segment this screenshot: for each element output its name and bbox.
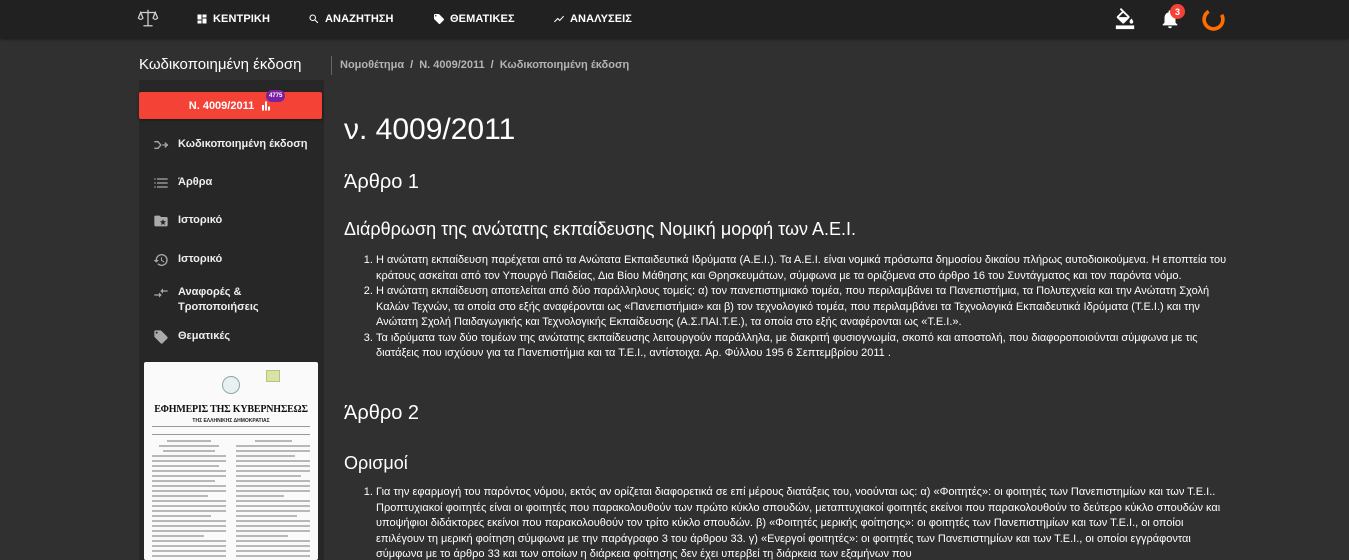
gazette-rule xyxy=(152,434,310,435)
breadcrumb-separator: / xyxy=(490,59,494,71)
law-count-badge: 4775 xyxy=(266,90,286,102)
nav-analyses-label: ΑΝΑΛΥΣΕΙΣ xyxy=(570,13,633,25)
gazette-title: ΕΦΗΜΕΡΙΣ ΤΗΣ ΚΥΒΕΡΝΗΣΕΩΣ xyxy=(154,404,308,415)
breadcrumb-item-law[interactable]: Ν. 4009/2011 xyxy=(419,59,484,71)
merge-arrow-icon xyxy=(154,141,169,149)
sidebar-item-label: Θεματικές xyxy=(178,330,231,342)
sidebar-item-history[interactable]: Ιστορικό xyxy=(153,252,222,268)
paragraph: Για την εφαρμογή του παρόντος νόμου, εκτ… xyxy=(376,485,1228,560)
breadcrumb-separator: / xyxy=(410,59,414,71)
sidebar-item-label: Αναφορές & Τροποποιήσεις xyxy=(178,286,259,313)
article-subheading: Ορισμοί xyxy=(344,453,408,473)
gazette-thumbnail[interactable]: ΕΦΗΜΕΡΙΣ ΤΗΣ ΚΥΒΕΡΝΗΣΕΩΣ ΤΗΣ ΕΛΛΗΝΙΚΗΣ Δ… xyxy=(144,362,318,560)
nav-search[interactable]: ΑΝΑΖΗΤΗΣΗ xyxy=(308,0,394,38)
dashboard-icon xyxy=(197,14,207,24)
breadcrumb: Νομοθέτημα / Ν. 4009/2011 / Κωδικοποιημέ… xyxy=(340,59,629,71)
stamp-icon xyxy=(266,370,280,382)
trending-icon xyxy=(554,15,564,23)
page-title: Κωδικοποιημένη έκδοση xyxy=(139,56,302,73)
sidebar-item-label: Ιστορικό xyxy=(178,214,223,226)
sidebar-item-label: Άρθρα xyxy=(178,176,213,188)
nav-analyses[interactable]: ΑΝΑΛΥΣΕΙΣ xyxy=(553,0,632,38)
user-avatar-icon[interactable] xyxy=(1201,7,1226,32)
paragraph: Τα ιδρύματα των δύο τομέων της ανώτατης … xyxy=(376,331,1228,362)
sidebar-item-references[interactable]: Αναφορές & Τροποποιήσεις xyxy=(153,285,288,315)
sidebar-item-label: Ιστορικό xyxy=(178,253,223,265)
sidebar-item-articles[interactable]: Άρθρα xyxy=(153,175,212,191)
sidebar-item-label: Κωδικοποιημένη έκδοση xyxy=(178,138,308,150)
folder-star-icon xyxy=(154,215,168,227)
greek-emblem-icon xyxy=(222,376,240,394)
gazette-rule xyxy=(152,426,310,427)
article-heading: Άρθρο 2 xyxy=(344,402,420,424)
scales-of-justice-icon[interactable] xyxy=(137,7,159,29)
law-title: ν. 4009/2011 xyxy=(344,113,516,146)
nav-search-label: ΑΝΑΖΗΤΗΣΗ xyxy=(325,13,394,25)
article-subheading: Διάρθρωση της ανώτατης εκπαίδευσης Νομικ… xyxy=(344,219,857,239)
law-button[interactable]: Ν. 4009/2011 xyxy=(139,92,322,119)
article-paragraphs: Για την εφαρμογή του παρόντος νόμου, εκτ… xyxy=(376,485,1228,560)
nav-home-label: ΚΕΝΤΡΙΚΗ xyxy=(213,13,271,25)
nav-topics-label: ΘΕΜΑΤΙΚΕΣ xyxy=(450,13,515,25)
compare-arrows-icon xyxy=(154,288,168,298)
history-icon xyxy=(153,253,168,266)
tag-icon xyxy=(154,330,168,344)
header-divider xyxy=(331,56,332,75)
gazette-text-column xyxy=(236,440,310,560)
paint-bucket-icon[interactable] xyxy=(1114,8,1136,30)
sidebar-item-codified-edition[interactable]: Κωδικοποιημένη έκδοση xyxy=(153,137,307,153)
tag-icon xyxy=(434,14,444,24)
paragraph: Η ανώτατη εκπαίδευση παρέχεται από τα Αν… xyxy=(376,253,1228,284)
breadcrumb-item-current: Κωδικοποιημένη έκδοση xyxy=(499,59,630,71)
breadcrumb-item-legislation[interactable]: Νομοθέτημα xyxy=(340,59,404,71)
top-navigation-bar: ΚΕΝΤΡΙΚΗ ΑΝΑΖΗΤΗΣΗ ΘΕΜΑΤΙΚΕΣ ΑΝΑΛΥΣΕΙΣ 3 xyxy=(0,0,1349,38)
article-paragraphs: Η ανώτατη εκπαίδευση παρέχεται από τα Αν… xyxy=(376,253,1228,362)
sidebar-item-history-folder[interactable]: Ιστορικό xyxy=(153,213,222,229)
paragraph: Η ανώτατη εκπαίδευση αποτελείται από δύο… xyxy=(376,284,1228,331)
gazette-text-column xyxy=(152,440,226,560)
nav-home[interactable]: ΚΕΝΤΡΙΚΗ xyxy=(196,0,270,38)
search-icon xyxy=(309,14,319,24)
list-icon xyxy=(154,178,168,188)
notification-badge: 3 xyxy=(1170,4,1185,19)
article-heading: Άρθρο 1 xyxy=(344,171,420,193)
sidebar-item-topics[interactable]: Θεματικές xyxy=(153,329,230,345)
gazette-subtitle: ΤΗΣ ΕΛΛΗΝΙΚΗΣ ΔΗΜΟΚΡΑΤΙΑΣ xyxy=(192,418,270,424)
nav-topics[interactable]: ΘΕΜΑΤΙΚΕΣ xyxy=(433,0,515,38)
law-button-label: Ν. 4009/2011 xyxy=(188,99,255,112)
